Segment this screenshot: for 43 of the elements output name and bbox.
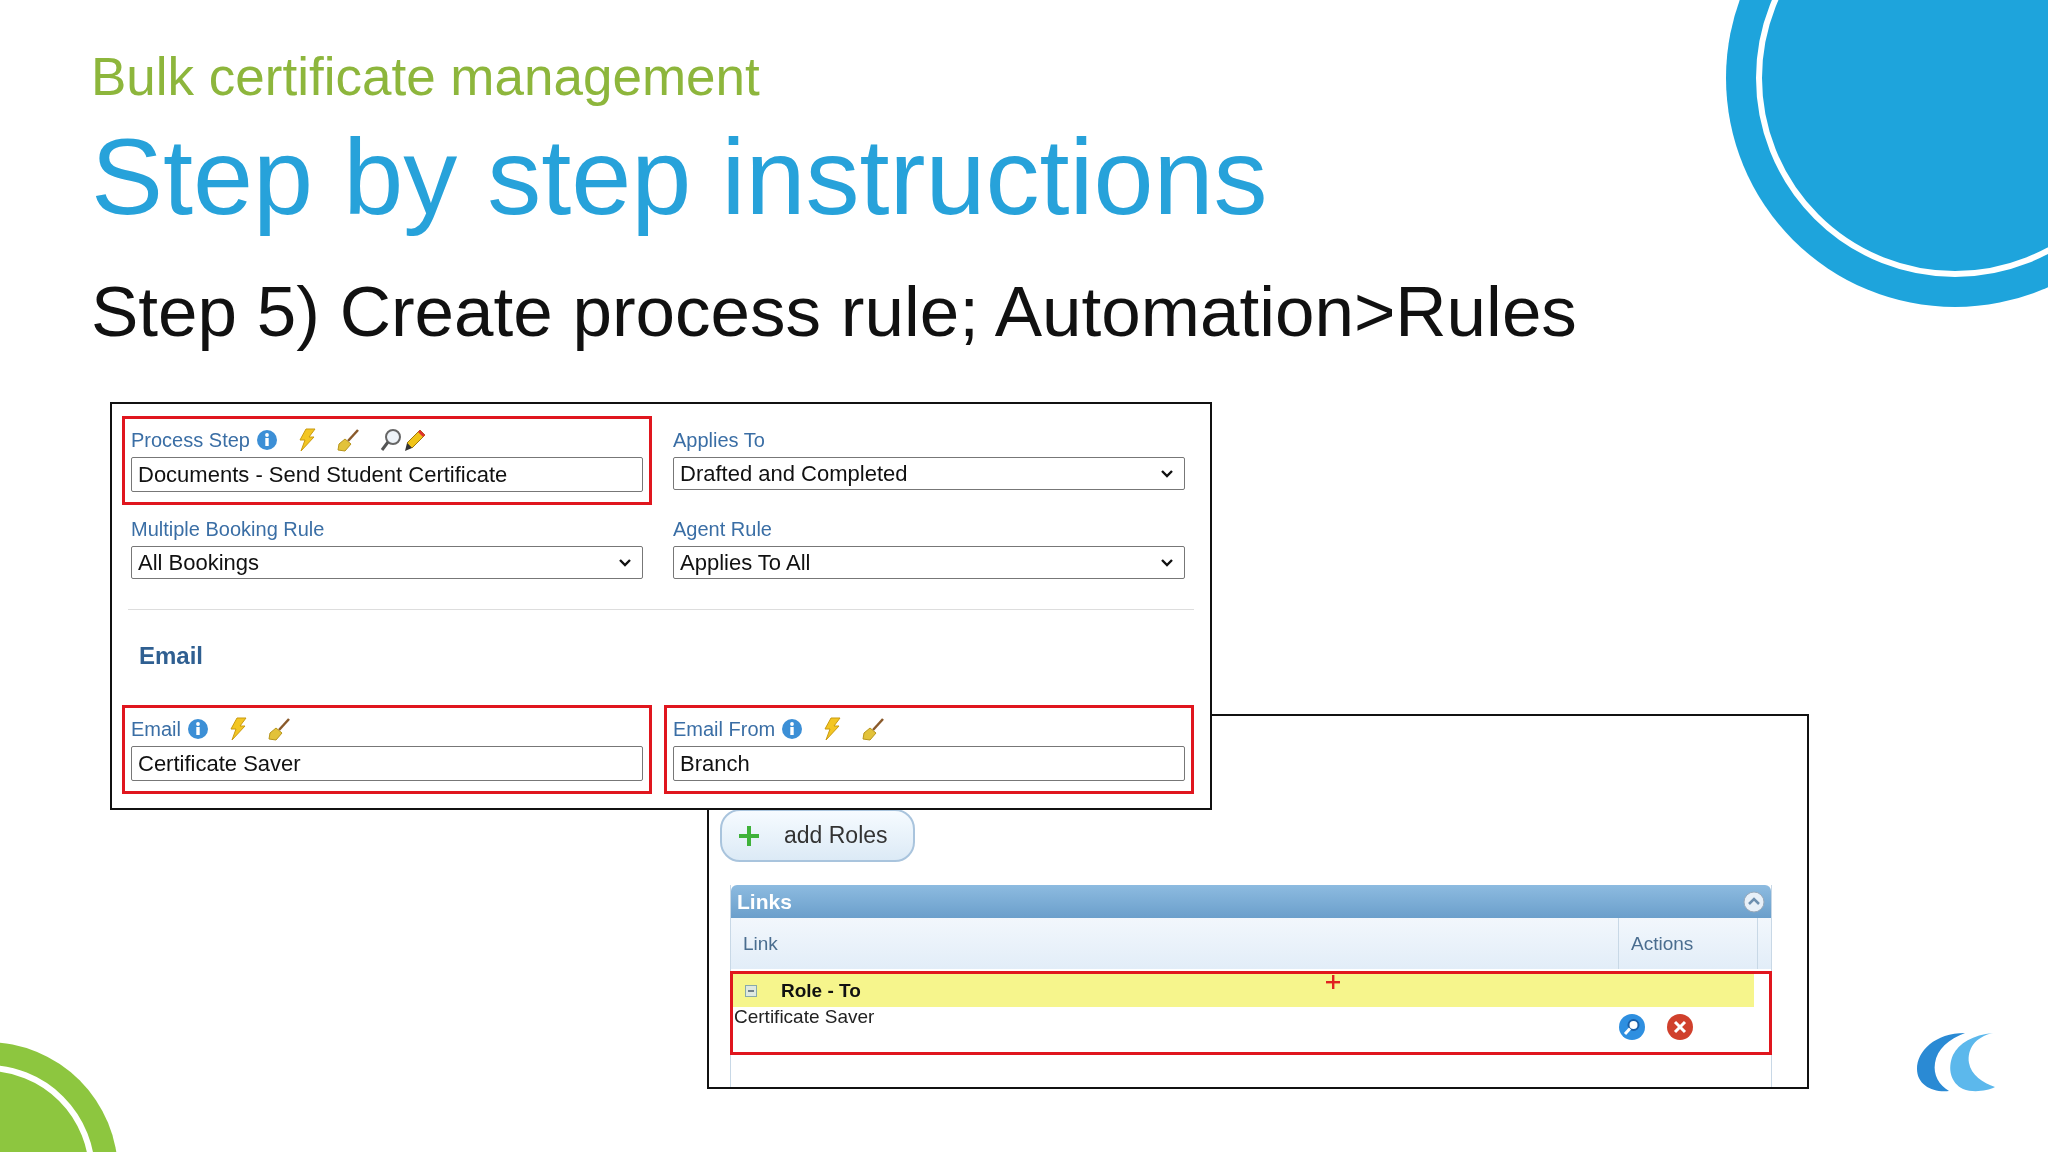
info-icon bbox=[255, 429, 278, 451]
text-field[interactable]: Documents - Send Student Certificate bbox=[131, 457, 643, 492]
field-label: Agent Rule bbox=[673, 517, 772, 541]
chevron-down-icon bbox=[1160, 557, 1174, 568]
pencil-icon bbox=[403, 428, 426, 452]
collapse-icon[interactable] bbox=[1743, 890, 1765, 913]
magnifier-icon bbox=[379, 428, 402, 452]
step-heading: Step 5) Create process rule; Automation>Rules bbox=[91, 272, 1578, 352]
field-label: Email bbox=[131, 717, 181, 741]
info-icon bbox=[781, 718, 804, 740]
column-header[interactable]: Actions bbox=[1619, 918, 1758, 969]
group-label: Role - To bbox=[781, 979, 861, 1002]
dropdown[interactable]: Applies To All bbox=[673, 546, 1185, 579]
crosshair-icon bbox=[1325, 974, 1341, 990]
add-roles-button[interactable]: add Roles bbox=[720, 809, 915, 862]
section-heading: Email bbox=[139, 641, 204, 671]
chevron-down-icon bbox=[1160, 468, 1174, 479]
field-label: Email From bbox=[673, 717, 776, 741]
broom-icon bbox=[861, 717, 886, 741]
view-icon[interactable] bbox=[1618, 1013, 1646, 1041]
table-cell: Certificate Saver bbox=[733, 1006, 875, 1028]
slide-subtitle: Bulk certificate management bbox=[91, 46, 761, 108]
collapse-box-icon[interactable] bbox=[745, 984, 757, 997]
plus-icon bbox=[738, 824, 760, 847]
field-label: Applies To bbox=[673, 428, 765, 452]
field-label: Multiple Booking Rule bbox=[131, 517, 325, 541]
slide-title: Step by step instructions bbox=[91, 118, 1269, 236]
lightning-icon bbox=[823, 717, 842, 741]
text-field[interactable]: Branch bbox=[673, 746, 1185, 781]
lightning-icon bbox=[297, 428, 316, 452]
lightning-icon bbox=[229, 717, 247, 741]
group-row[interactable]: Role - To bbox=[733, 974, 1754, 1007]
delete-icon[interactable] bbox=[1666, 1013, 1694, 1041]
dropdown[interactable]: Drafted and Completed bbox=[673, 457, 1185, 490]
text-field[interactable]: Certificate Saver bbox=[131, 746, 643, 781]
field-label: Process Step bbox=[131, 428, 250, 452]
dropdown[interactable]: All Bookings bbox=[131, 546, 643, 579]
broom-icon bbox=[335, 428, 360, 452]
chevron-down-icon bbox=[618, 557, 632, 568]
grid-title: Links bbox=[737, 889, 792, 914]
info-icon bbox=[187, 718, 209, 740]
broom-icon bbox=[267, 717, 291, 741]
column-header[interactable]: Link bbox=[731, 918, 1619, 969]
